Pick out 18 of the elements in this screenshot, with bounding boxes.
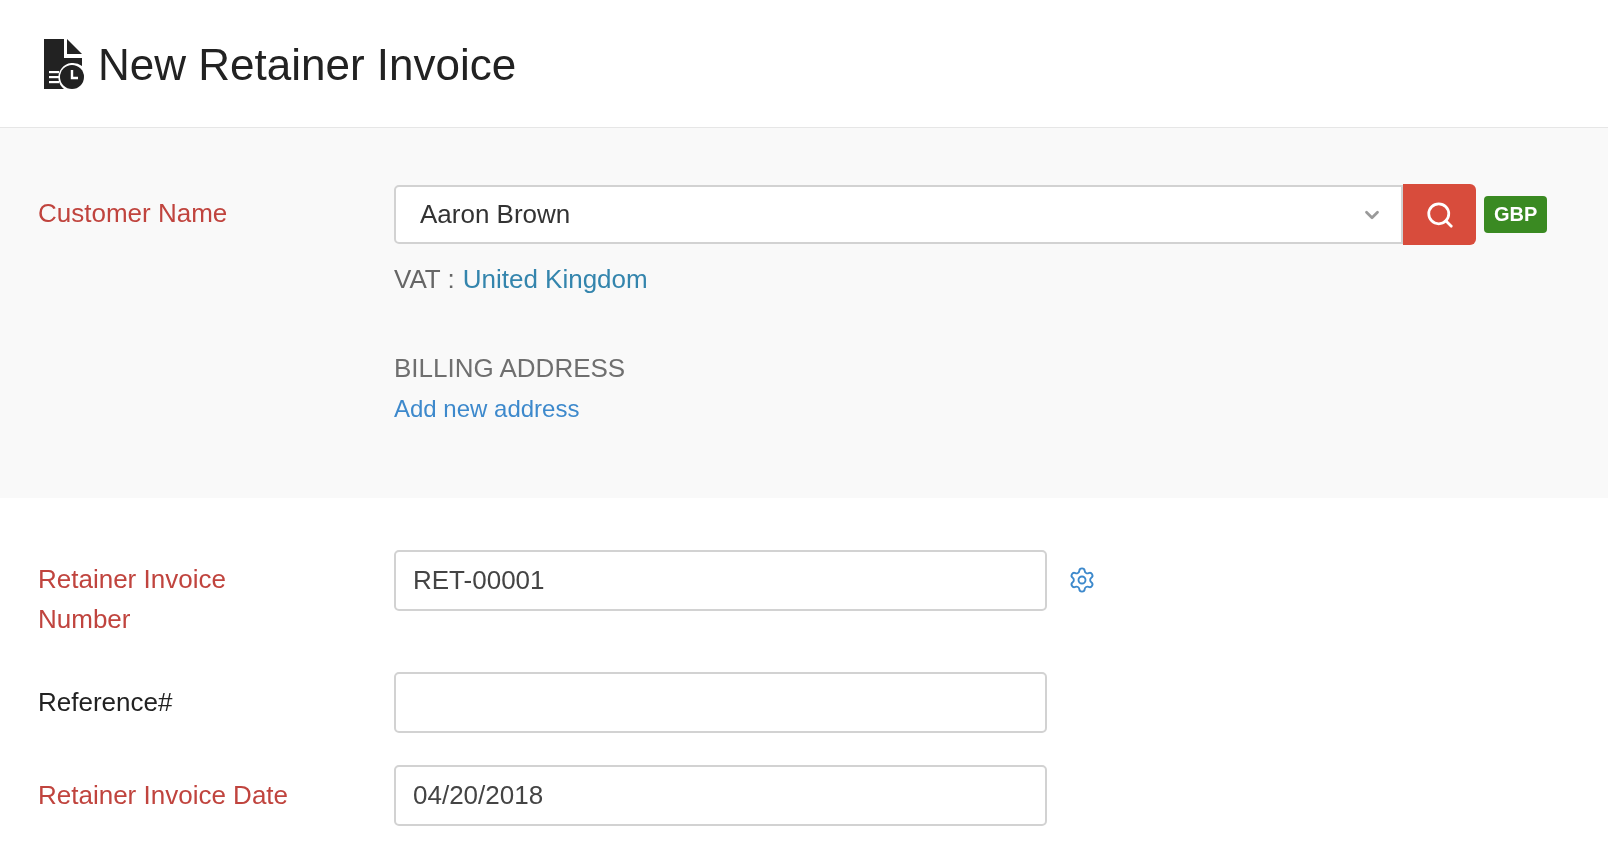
customer-select[interactable]: Aaron Brown [394,185,1403,244]
page-title: New Retainer Invoice [98,42,517,87]
text-input[interactable]: RET-00001 [394,550,1047,611]
settings-icon[interactable] [1068,566,1096,594]
billing-address-heading: BILLING ADDRESS [394,352,627,384]
add-address-link[interactable]: Add new address [394,394,580,424]
text-input[interactable]: 04/20/2018 [394,765,1047,826]
vat-label: VAT : [394,263,455,295]
text-input[interactable] [394,672,1047,733]
search-icon [1424,199,1455,230]
currency-badge: GBP [1484,196,1548,233]
field-label: Reference# [38,686,174,719]
document-clock-icon [44,39,84,90]
field-label: Customer Name [38,197,229,230]
search-button[interactable] [1403,184,1476,245]
vat-country-link[interactable]: United Kingdom [462,263,648,295]
field-label: Retainer Invoice Number [38,563,227,636]
field-label: Retainer Invoice Date [38,779,290,812]
